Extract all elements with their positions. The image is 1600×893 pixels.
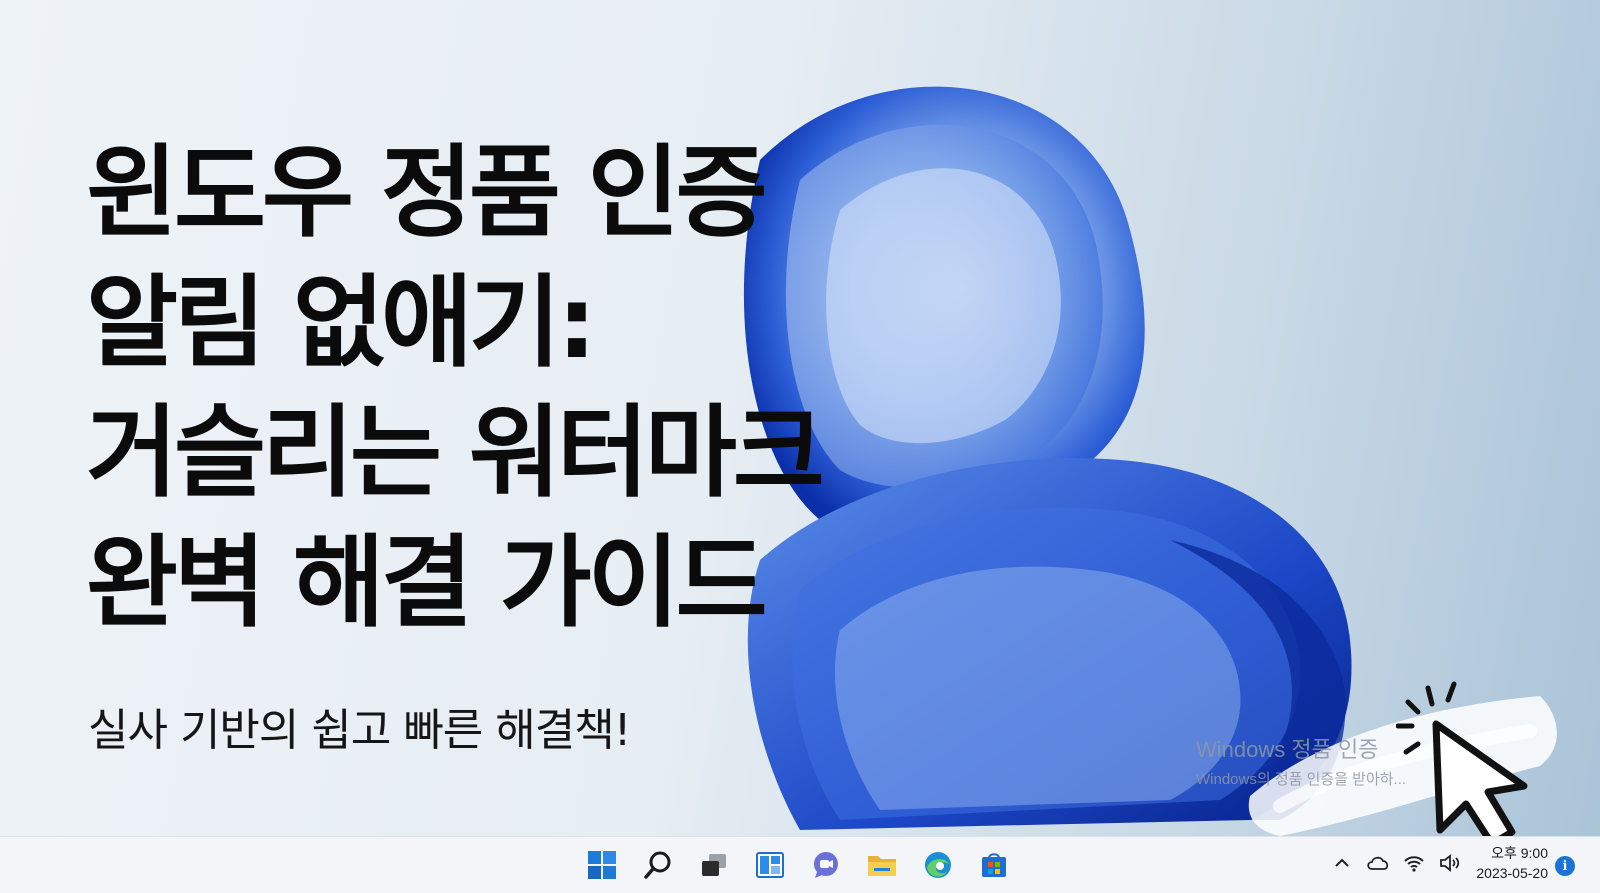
edge-icon[interactable] [918, 845, 958, 885]
search-icon[interactable] [638, 845, 678, 885]
headline-line-2: 알림 없애기: [86, 264, 597, 381]
watermark-title: Windows 정품 인증 [1196, 737, 1379, 762]
taskbar-clock[interactable]: 오후 9:00 2023-05-20 [1466, 843, 1548, 883]
subtitle: 실사 기반의 쉽고 빠른 해결책! [88, 705, 631, 756]
chat-icon[interactable] [806, 845, 846, 885]
windows-start-icon[interactable] [582, 845, 622, 885]
headline: 윈도우 정품 인증 알림 없애기: 거슬리는 워터마크 완벽 해결 가이드 [86, 128, 825, 648]
clock-date: 2023-05-20 [1476, 865, 1548, 881]
clock-time: 오후 9:00 [1491, 845, 1548, 861]
chevron-up-icon[interactable] [1330, 851, 1354, 875]
task-view-icon[interactable] [694, 845, 734, 885]
watermark-detail: Windows의 정품 인증을 받아하... [1196, 771, 1407, 788]
cloud-icon[interactable] [1366, 851, 1390, 875]
headline-line-4: 완벽 해결 가이드 [86, 524, 768, 641]
speaker-icon[interactable] [1438, 851, 1462, 875]
wifi-icon[interactable] [1402, 851, 1426, 875]
taskbar: 오후 9:00 2023-05-20 i [0, 836, 1600, 893]
info-icon[interactable]: i [1555, 856, 1575, 876]
headline-line-3: 거슬리는 워터마크 [86, 394, 825, 511]
widgets-icon[interactable] [750, 845, 790, 885]
store-icon[interactable] [974, 845, 1014, 885]
taskbar-apps [582, 845, 1014, 885]
activation-watermark: Windows 정품 인증 Windows의 정품 인증을 받아하... [1196, 732, 1406, 789]
mouse-cursor-icon [1396, 681, 1528, 848]
system-tray [1330, 851, 1462, 875]
file-explorer-icon[interactable] [862, 845, 902, 885]
headline-line-1: 윈도우 정품 인증 [86, 134, 768, 251]
